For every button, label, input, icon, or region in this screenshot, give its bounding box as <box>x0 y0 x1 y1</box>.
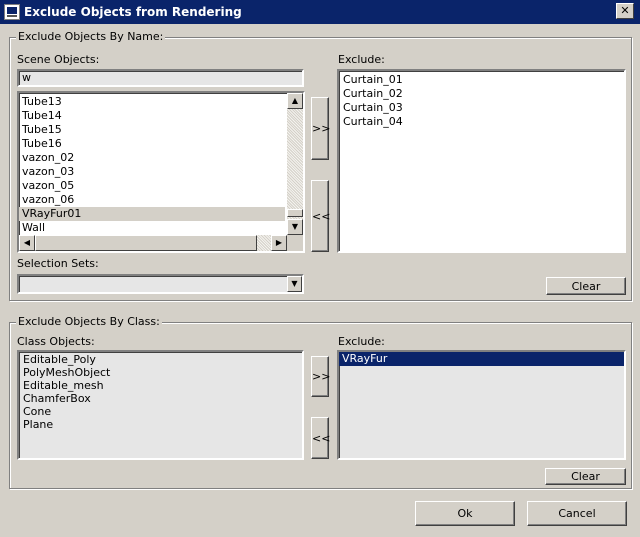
class-exclude-list[interactable]: VRayFur <box>337 350 626 460</box>
list-item[interactable]: Curtain_03 <box>340 101 624 115</box>
title-bar: Exclude Objects from Rendering ✕ <box>0 0 640 24</box>
scroll-left-icon[interactable]: ◀ <box>19 235 35 251</box>
exclude-list[interactable]: Curtain_01 Curtain_02 Curtain_03 Curtain_04 <box>337 69 626 253</box>
filter-input-value: w <box>22 71 31 84</box>
cancel-button[interactable]: Cancel <box>527 501 627 526</box>
list-item[interactable]: Tube15 <box>19 123 285 137</box>
list-item[interactable]: ChamferBox <box>20 392 302 405</box>
list-item[interactable]: Curtain_01 <box>340 73 624 87</box>
list-item[interactable]: vazon_06 <box>19 193 285 207</box>
list-item[interactable]: VRayFur01 <box>19 207 285 221</box>
clear-class-exclude-button[interactable]: Clear <box>545 468 626 485</box>
list-item[interactable]: vazon_02 <box>19 151 285 165</box>
list-item[interactable]: Tube14 <box>19 109 285 123</box>
list-item[interactable]: vazon_05 <box>19 179 285 193</box>
list-item[interactable]: Curtain_02 <box>340 87 624 101</box>
remove-from-exclude-button[interactable]: << <box>311 180 330 252</box>
list-item[interactable]: PolyMeshObject <box>20 366 302 379</box>
ok-button[interactable]: Ok <box>415 501 515 526</box>
remove-class-button[interactable]: << <box>311 417 330 459</box>
exclude-by-class-title: Exclude Objects By Class: <box>16 315 162 328</box>
scroll-down-icon[interactable]: ▼ <box>287 219 303 235</box>
scene-horizontal-scrollbar[interactable]: ◀ ▶ <box>19 235 287 251</box>
list-item[interactable]: VRayFur <box>339 352 624 366</box>
class-exclude-label: Exclude: <box>338 335 385 348</box>
close-button[interactable]: ✕ <box>616 3 634 19</box>
selection-sets-dropdown[interactable]: ▼ <box>17 274 304 294</box>
scroll-thumb[interactable] <box>287 209 303 217</box>
clear-exclude-button[interactable]: Clear <box>546 277 626 295</box>
scrollbar-corner <box>287 235 303 251</box>
scroll-up-icon[interactable]: ▲ <box>287 93 303 109</box>
list-item[interactable]: vazon_03 <box>19 165 285 179</box>
class-objects-label: Class Objects: <box>17 335 95 348</box>
list-item[interactable]: Editable_mesh <box>20 379 302 392</box>
add-class-button[interactable]: >> <box>311 356 330 397</box>
class-objects-list[interactable]: Editable_Poly PolyMeshObject Editable_mesh… <box>17 350 304 460</box>
selection-sets-label: Selection Sets: <box>17 257 99 270</box>
list-item[interactable]: Editable_Poly <box>20 353 302 366</box>
filter-input[interactable]: w <box>17 69 304 87</box>
list-item[interactable]: Cone <box>20 405 302 418</box>
list-item[interactable]: Curtain_04 <box>340 115 624 129</box>
list-item[interactable]: Tube16 <box>19 137 285 151</box>
chevron-down-icon[interactable]: ▼ <box>287 276 302 292</box>
window-title: Exclude Objects from Rendering <box>24 5 242 19</box>
scene-vertical-scrollbar[interactable]: ▲ ▼ <box>287 93 303 235</box>
scene-objects-label: Scene Objects: <box>17 53 100 66</box>
exclude-label: Exclude: <box>338 53 385 66</box>
scene-objects-list[interactable]: Tube13 Tube14 Tube15 Tube16 vazon_02 vazon_03… <box>17 91 305 253</box>
scroll-right-icon[interactable]: ▶ <box>271 235 287 251</box>
exclude-by-name-title: Exclude Objects By Name: <box>16 30 166 43</box>
scroll-thumb-horizontal[interactable] <box>35 235 257 251</box>
list-item[interactable]: Plane <box>20 418 302 431</box>
list-item[interactable]: Tube13 <box>19 95 285 109</box>
list-item[interactable]: Wall <box>19 221 285 235</box>
add-to-exclude-button[interactable]: >> <box>311 97 330 160</box>
app-icon <box>4 4 20 20</box>
